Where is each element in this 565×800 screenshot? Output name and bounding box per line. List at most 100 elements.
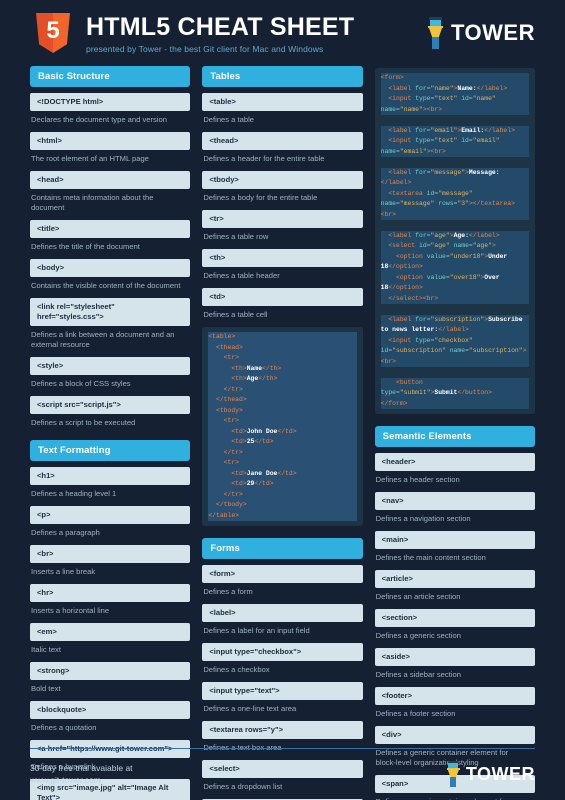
code-line: <input type="text" id="email" name="emai… (380, 136, 529, 157)
code-token-tag: <input (388, 336, 412, 344)
code-token-txt: Submit (434, 389, 458, 396)
code-token-tag: </tr> (223, 448, 243, 456)
code-line: <label for="name">Name:</label> (380, 83, 529, 94)
tag-description: Defines a footer section (375, 709, 456, 718)
code-token-tag: <thead> (216, 343, 243, 351)
code-line: </select><br> (380, 293, 529, 304)
code-token-tag: </label> (484, 126, 515, 134)
footer-brand-name: TOWER (465, 763, 535, 784)
tag-chip: <header> (374, 453, 535, 471)
code-token-val: "text" (434, 95, 458, 102)
footer-line-2[interactable]: www.git-tower.com (30, 774, 133, 786)
code-token-txt: Name (246, 364, 263, 372)
code-token-tag: <label (388, 126, 412, 134)
code-token-tag: <input (388, 95, 412, 102)
tag-description: The root element of an HTML page (31, 154, 149, 163)
tag-chip: <footer> (374, 687, 535, 705)
tag-chip: <script src="script.js"> (30, 396, 191, 414)
code-line: <input type="checkbox" id="subscription"… (380, 335, 529, 367)
code-token-tag: <label (388, 168, 412, 176)
code-token-val: "name" (430, 84, 454, 92)
code-line: <label for="message">Message:</label> (380, 167, 529, 189)
tag-chip: <input type="checkbox"> (202, 643, 363, 661)
code-token-tag: </button> (457, 389, 492, 396)
tag-chip: <td> (202, 288, 363, 306)
code-token-txt: Jane Doe (246, 469, 278, 477)
section-header-basic-structure: Basic Structure (30, 66, 191, 87)
code-token-attr: for (411, 84, 427, 92)
tag-chip: <hr> (30, 584, 191, 602)
code-token-tag: </table> (208, 511, 240, 519)
code-token-val: "subscription" (468, 347, 523, 354)
code-token-tag: </td> (277, 427, 297, 435)
code-token-tag: </label> (468, 231, 500, 239)
tag-description: Defines a navigation section (375, 514, 471, 523)
code-token-tag: <td> (231, 438, 247, 445)
code-line: <th>Age</th> (208, 374, 357, 385)
code-token-val: "over18" (449, 273, 481, 281)
code-token-val: "age" (472, 242, 492, 249)
code-line: <td>Jane Doe</td> (208, 468, 357, 479)
code-token-tag: </form> (380, 399, 408, 407)
tag-chip: <aside> (374, 648, 535, 666)
tag-description: Defines a block of CSS styles (31, 379, 131, 388)
code-line: <label for="email">Email:</label> (380, 125, 529, 136)
page-subtitle: presented by Tower - the best Git client… (86, 43, 324, 54)
code-line (380, 367, 529, 378)
tower-lighthouse-icon (427, 17, 444, 49)
tag-description: Defines the title of the document (31, 242, 140, 251)
code-token-attr: for (411, 126, 427, 134)
code-token-tag: </tr> (223, 490, 243, 498)
tag-chip: <th> (202, 249, 363, 267)
tag-chip: <div> (374, 726, 535, 744)
code-token-val: "message" (430, 168, 466, 176)
code-line (380, 157, 529, 168)
code-token-tag: ><br> (422, 105, 443, 113)
code-token-val: "email" (399, 147, 427, 155)
section-header-forms: Forms (202, 538, 363, 559)
code-line: </tr> (208, 384, 357, 395)
tag-description: Defines a generic section (375, 631, 461, 640)
cheat-sheet-columns: Basic Structure <!DOCTYPE html> Declares t… (0, 66, 565, 800)
code-line (380, 304, 529, 315)
tag-chip: <thead> (202, 132, 363, 150)
code-token-attr: rows (434, 200, 454, 207)
html5-logo-text: 5 (46, 17, 60, 44)
tag-chip: <blockquote> (30, 701, 191, 719)
code-token-tag: </tbody> (216, 501, 247, 508)
code-token-tag: <th> (231, 375, 247, 382)
code-line: </form> (380, 398, 529, 409)
code-token-txt: Age: (453, 231, 469, 239)
code-token-tag: </label> (438, 326, 469, 333)
code-token-attr: for (411, 168, 427, 176)
tag-description: Inserts a horizontal line (31, 606, 110, 615)
tag-description: Defines a table (203, 115, 254, 124)
tag-description: Defines a script to be executed (31, 418, 136, 427)
code-token-txt: Name: (457, 84, 477, 92)
code-token-val: "email" (472, 137, 500, 144)
code-line: <label for="subscription">Subscribe to n… (380, 314, 529, 336)
code-line: </tbody> (208, 500, 357, 511)
tag-description: Defines a table row (203, 232, 269, 241)
tag-chip: <textarea rows="y"> (202, 721, 363, 739)
code-token-tag: <th> (231, 364, 247, 372)
code-token-val: "submit" (399, 389, 431, 396)
tag-chip: <head> (30, 171, 191, 189)
code-line: <form> (380, 73, 529, 84)
code-line: <tbody> (208, 405, 357, 416)
code-token-val: "message" (399, 200, 435, 207)
code-token-tag: </td> (254, 438, 274, 445)
code-token-tag: <label (388, 84, 412, 92)
code-token-txt: Age (246, 375, 259, 382)
footer-trial-text: 30-day free trial avaiable at www.git-to… (30, 762, 133, 786)
tag-description: Italic text (31, 645, 61, 654)
code-token-tag: </option> (388, 263, 423, 270)
code-token-tag: <option (396, 252, 423, 260)
code-line: </tr> (208, 447, 357, 458)
code-token-attr: id (457, 137, 469, 144)
tower-brand-header: TOWER (427, 17, 535, 49)
code-token-tag: <td> (231, 469, 247, 477)
code-token-tag: </label> (380, 179, 412, 186)
tag-chip: <h1> (30, 467, 191, 485)
code-token-txt: Email: (461, 126, 485, 134)
